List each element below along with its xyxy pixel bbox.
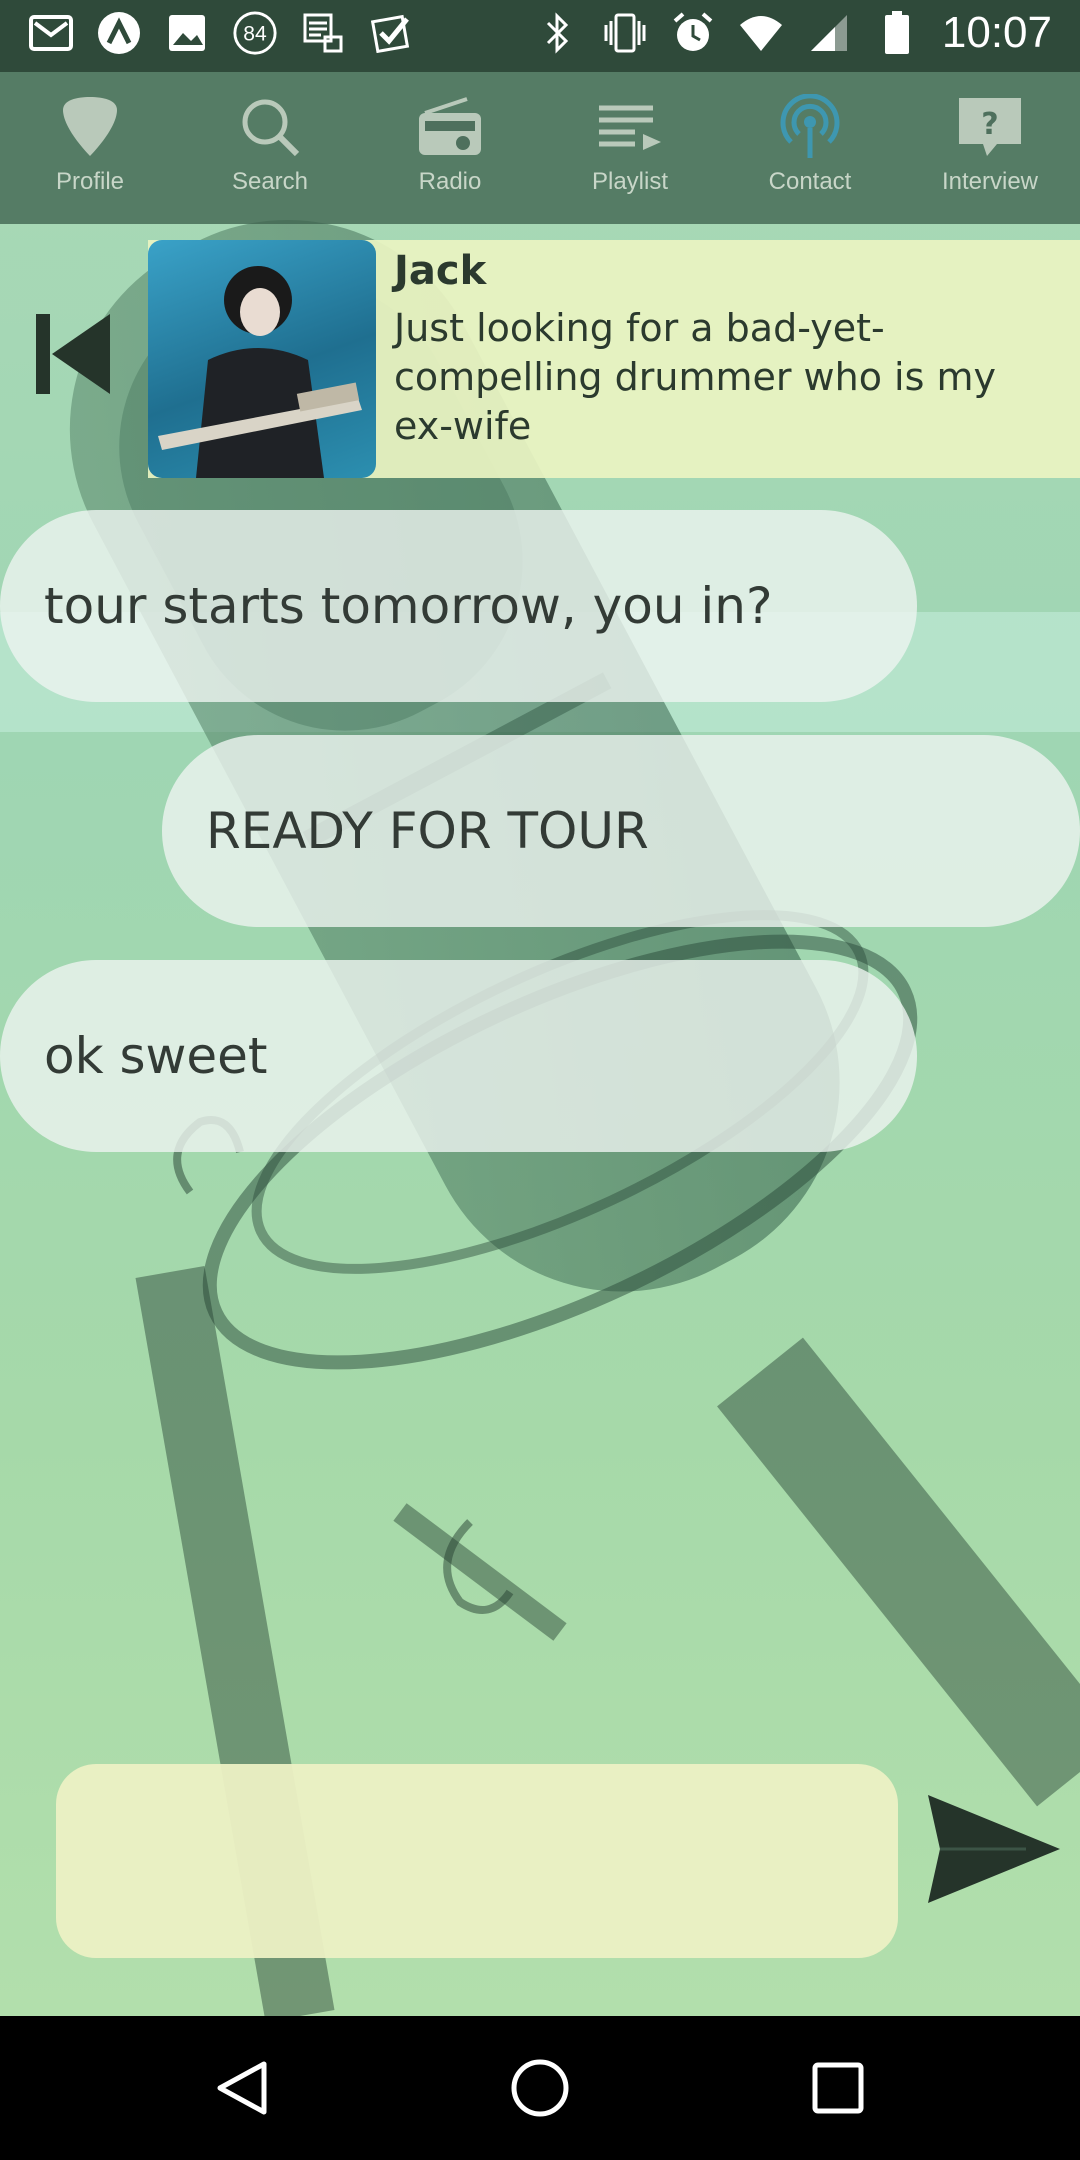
search-icon [235,94,305,160]
message-text: READY FOR TOUR [206,802,649,860]
top-nav: Profile Search Radio Playlist Contact ? … [0,72,1080,224]
gmail-icon [28,10,74,56]
notification-count-icon: 84 [232,10,278,56]
battery-icon [874,10,920,56]
send-icon [928,1795,1060,1903]
tab-search[interactable]: Search [180,72,360,224]
message-bubble-sent: READY FOR TOUR [162,735,1080,927]
contact-name: Jack [394,248,487,294]
message-input[interactable] [56,1764,898,1958]
status-bar: 84 10:07 [0,0,1080,72]
alarm-icon [670,10,716,56]
tab-contact[interactable]: Contact [720,72,900,224]
skip-back-icon [36,314,110,394]
contact-card: Jack Just looking for a bad-yet-compelli… [148,240,1080,478]
svg-text:?: ? [981,107,998,142]
message-text: tour starts tomorrow, you in? [44,577,773,635]
message-text: ok sweet [44,1027,268,1085]
vibrate-icon [602,10,648,56]
back-nav-button[interactable] [204,2050,280,2126]
message-bubble-received: ok sweet [0,960,917,1152]
contact-bio: Just looking for a bad-yet-compelling dr… [394,306,996,448]
guitar-pick-icon [55,94,125,160]
bluetooth-icon [534,10,580,56]
signal-icon [806,10,852,56]
image-icon [164,10,210,56]
tab-radio-label: Radio [418,168,482,195]
system-nav-bar [0,2016,1080,2160]
tab-contact-label: Contact [768,168,852,195]
tab-interview[interactable]: ? Interview [900,72,1080,224]
app-root: 84 10:07 Profile Search Radio Playlist C… [0,0,1080,2160]
notification-count-text: 84 [243,23,267,46]
home-nav-button[interactable] [502,2050,578,2126]
media-icon [300,10,346,56]
wifi-icon [738,10,784,56]
tab-profile[interactable]: Profile [0,72,180,224]
tab-search-label: Search [231,168,309,195]
question-icon: ? [955,94,1025,160]
recents-nav-button[interactable] [800,2050,876,2126]
radio-icon [415,94,485,160]
checkmark-icon [368,10,414,56]
tab-radio[interactable]: Radio [360,72,540,224]
status-time: 10:07 [941,8,1052,57]
broadcast-icon [775,94,845,160]
back-button[interactable] [34,312,114,396]
tab-interview-label: Interview [941,168,1039,195]
circle-home-icon [511,2059,569,2117]
send-button[interactable] [924,1790,1064,1908]
tab-profile-label: Profile [55,168,125,195]
tab-playlist-label: Playlist [591,168,669,195]
message-bubble-received: tour starts tomorrow, you in? [0,510,917,702]
triangle-back-icon [217,2061,267,2115]
contact-avatar [148,240,376,478]
playlist-icon [595,94,665,160]
arch-icon [96,10,142,56]
tab-playlist[interactable]: Playlist [540,72,720,224]
square-recents-icon [812,2062,864,2114]
